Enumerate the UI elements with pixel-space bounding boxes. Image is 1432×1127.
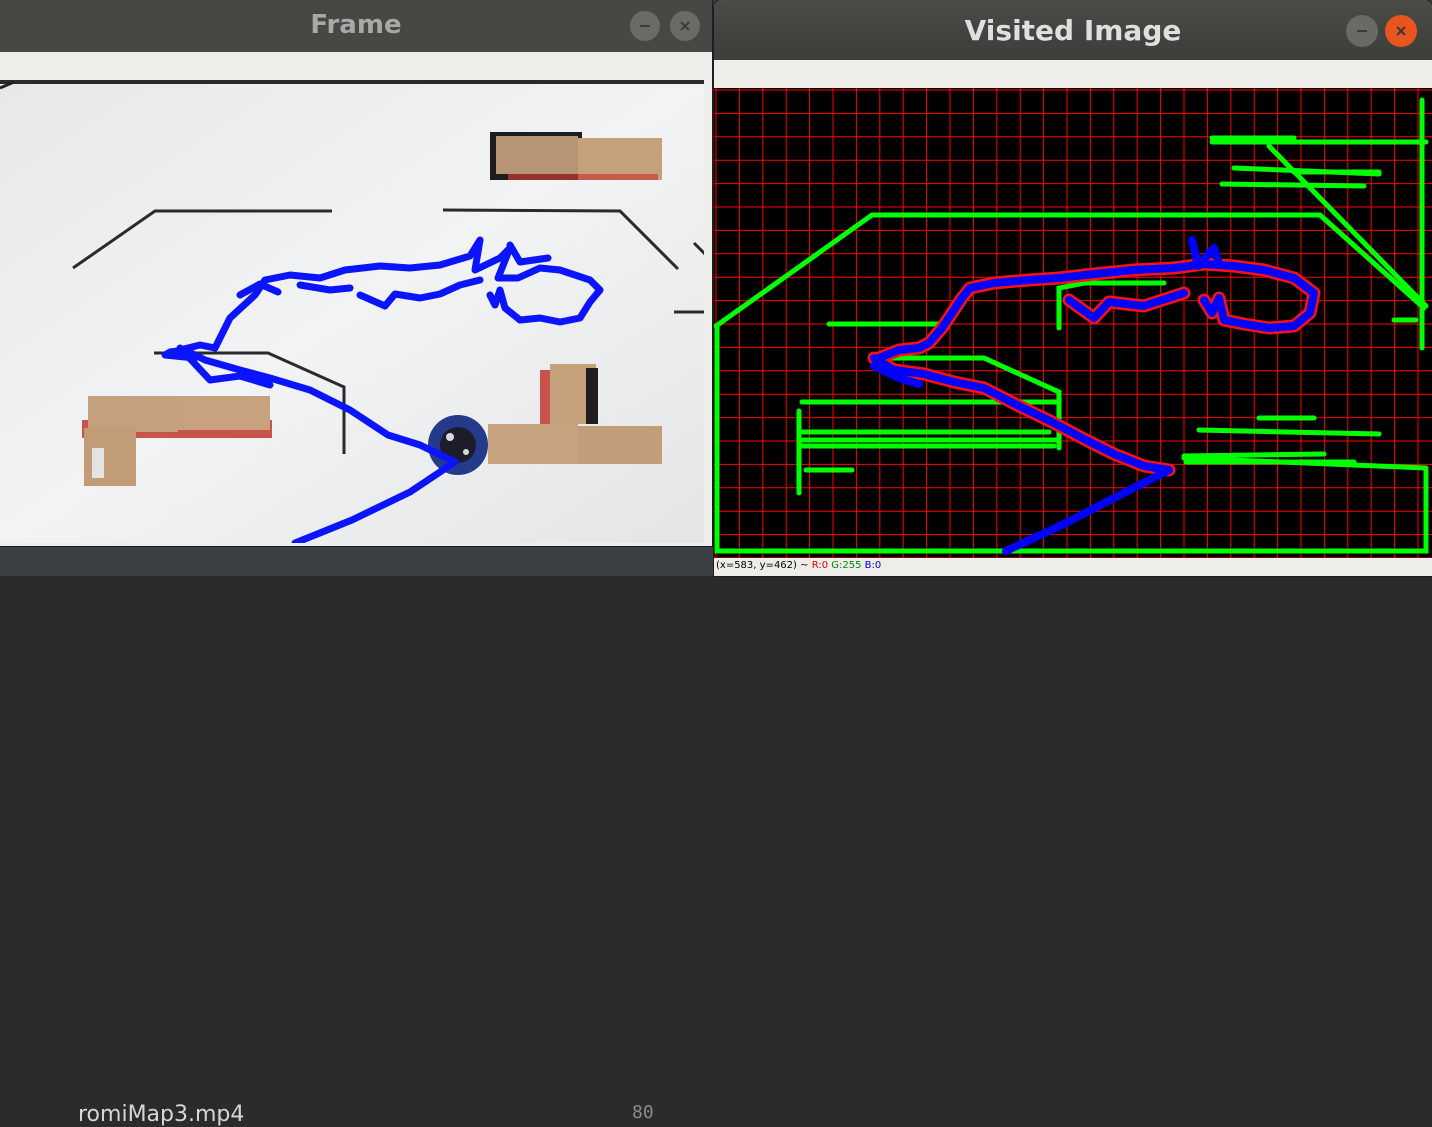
frame-titlebar[interactable]: Frame bbox=[0, 0, 712, 52]
frame-window-title: Frame bbox=[310, 10, 402, 40]
minimize-icon bbox=[640, 25, 650, 27]
occupancy-grid-map bbox=[714, 88, 1432, 558]
pixel-g-value: G:255 bbox=[831, 560, 862, 571]
visited-minimize-button[interactable] bbox=[1346, 15, 1378, 47]
pixel-r-value: R:0 bbox=[811, 560, 829, 571]
visited-window-title: Visited Image bbox=[964, 14, 1182, 47]
pixel-b-value: B:0 bbox=[864, 560, 882, 571]
frame-window: Frame bbox=[0, 0, 712, 546]
background-line-number: 80 bbox=[632, 1102, 654, 1123]
visited-close-button[interactable] bbox=[1385, 15, 1417, 47]
robot-trajectory bbox=[867, 236, 1321, 555]
detected-walls bbox=[714, 97, 1429, 554]
arena-camera-image bbox=[0, 80, 704, 543]
visited-image-window: Visited Image (x=583, y=462) ~ R:0 G:255… bbox=[714, 0, 1432, 576]
frame-video-view bbox=[0, 80, 704, 543]
close-icon bbox=[1396, 26, 1406, 36]
minimize-icon bbox=[1357, 30, 1367, 32]
frame-close-button[interactable] bbox=[670, 11, 700, 41]
frame-minimize-button[interactable] bbox=[630, 11, 660, 41]
background-file-label: romiMap3.mp4 bbox=[78, 1102, 245, 1127]
visited-titlebar[interactable]: Visited Image bbox=[714, 0, 1432, 60]
grid-lines bbox=[714, 88, 1432, 558]
cursor-coords: (x=583, y=462) ~ bbox=[716, 560, 809, 571]
visited-status-bar: (x=583, y=462) ~ R:0 G:255 B:0 bbox=[714, 558, 1432, 576]
close-icon bbox=[680, 21, 690, 31]
visited-map-view bbox=[714, 88, 1432, 558]
